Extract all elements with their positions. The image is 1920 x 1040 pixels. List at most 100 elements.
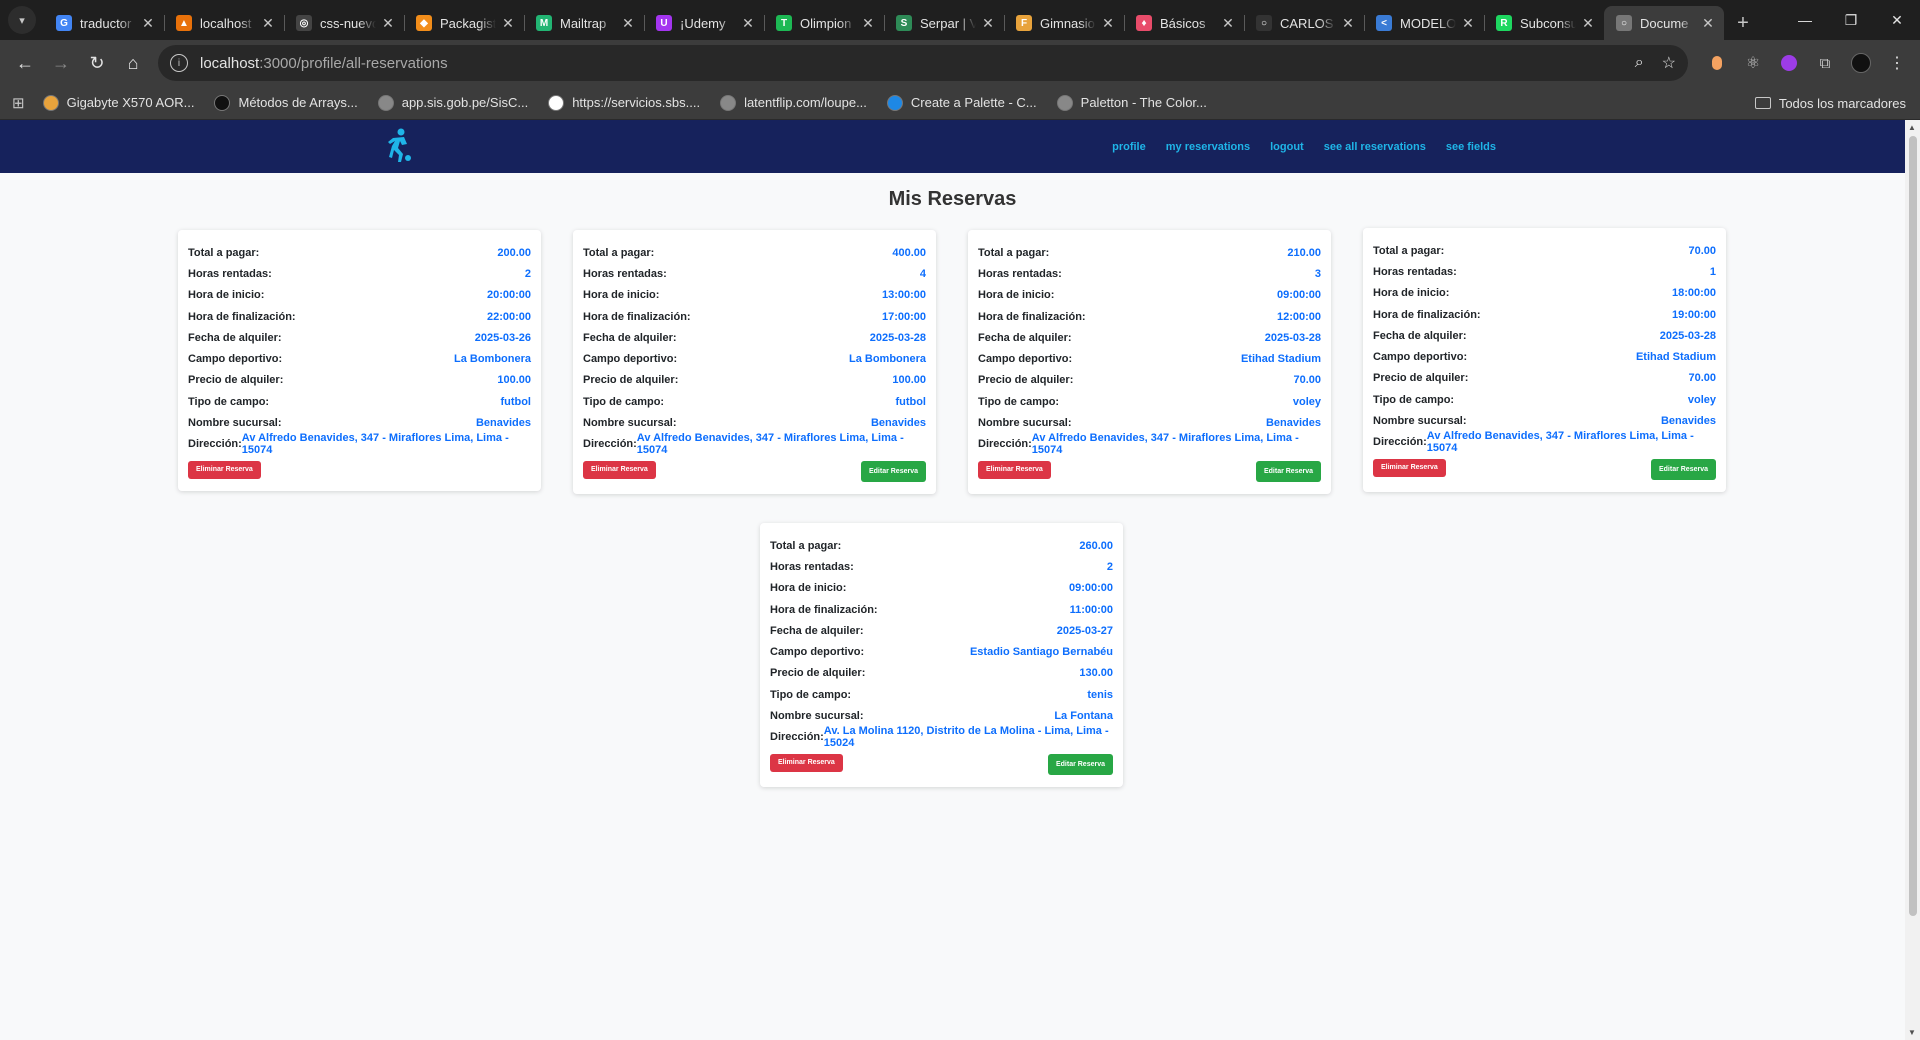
browser-tab[interactable]: T Olimpion ✕ bbox=[764, 6, 884, 40]
browser-tab[interactable]: F Gimnasio ✕ bbox=[1004, 6, 1124, 40]
tab-search-button[interactable]: ▾ bbox=[8, 6, 36, 34]
tab-close-icon[interactable]: ✕ bbox=[260, 15, 276, 32]
bookmark-item[interactable]: Métodos de Arrays... bbox=[214, 94, 358, 111]
tab-close-icon[interactable]: ✕ bbox=[140, 15, 156, 32]
browser-tab[interactable]: ○ CARLOS ✕ bbox=[1244, 6, 1364, 40]
soccer-player-logo-icon[interactable] bbox=[384, 128, 412, 164]
home-icon[interactable]: ⌂ bbox=[116, 46, 150, 80]
tab-close-icon[interactable]: ✕ bbox=[980, 15, 996, 32]
reservation-row-total: Total a pagar: 210.00 bbox=[978, 242, 1321, 263]
tab-close-icon[interactable]: ✕ bbox=[740, 15, 756, 32]
delete-reservation-button[interactable]: Eliminar Reserva bbox=[978, 460, 1051, 479]
browser-tab[interactable]: S Serpar | V ✕ bbox=[884, 6, 1004, 40]
zoom-icon[interactable]: ⌕ bbox=[1635, 54, 1644, 72]
nav-link-logout[interactable]: logout bbox=[1270, 141, 1304, 153]
reload-icon[interactable]: ↻ bbox=[80, 46, 114, 80]
url-text[interactable]: localhost:3000/profile/all-reservations bbox=[200, 55, 1617, 72]
tab-close-icon[interactable]: ✕ bbox=[1580, 15, 1596, 32]
nav-link-all-reservations[interactable]: see all reservations bbox=[1324, 141, 1426, 153]
browser-tab[interactable]: ○ Docume ✕ bbox=[1604, 6, 1724, 40]
minimize-icon[interactable]: — bbox=[1782, 0, 1828, 40]
reservation-card: Total a pagar: 200.00 Horas rentadas: 2 Hora… bbox=[178, 230, 541, 491]
extension-purple-icon[interactable] bbox=[1774, 48, 1804, 78]
browser-tab[interactable]: U ¡Udemy ✕ bbox=[644, 6, 764, 40]
browser-tab[interactable]: Gtraductor ✕ bbox=[44, 6, 164, 40]
address-value: Av Alfredo Benavides, 347 - Miraflores L… bbox=[241, 432, 509, 457]
close-window-icon[interactable]: ✕ bbox=[1874, 0, 1920, 40]
price-value: 100.00 bbox=[892, 374, 926, 387]
branch-value: La Fontana bbox=[1054, 710, 1113, 723]
branch-label: Nombre sucursal: bbox=[1373, 415, 1467, 428]
field-label: Campo deportivo: bbox=[1373, 351, 1468, 364]
browser-tab[interactable]: ◆ Packagist ✕ bbox=[404, 6, 524, 40]
tab-close-icon[interactable]: ✕ bbox=[1460, 15, 1476, 32]
all-bookmarks[interactable]: Todos los marcadores bbox=[1754, 86, 1906, 120]
reservation-row-start: Hora de inicio: 18:00:00 bbox=[1373, 283, 1716, 304]
type-value: futbol bbox=[895, 395, 926, 408]
edit-reservation-button[interactable]: Editar Reserva bbox=[1047, 753, 1113, 775]
tab-close-icon[interactable]: ✕ bbox=[1340, 15, 1356, 32]
browser-tab[interactable]: ◎ css-nuevo ✕ bbox=[284, 6, 404, 40]
browser-tab[interactable]: M Mailtrap ✕ bbox=[524, 6, 644, 40]
bookmark-item[interactable]: https://servicios.sbs.... bbox=[548, 94, 700, 111]
bookmark-label: app.sis.gob.pe/SisC... bbox=[401, 95, 529, 110]
browser-tab[interactable]: R Subconsu ✕ bbox=[1484, 6, 1604, 40]
delete-reservation-button[interactable]: Eliminar Reserva bbox=[583, 460, 656, 479]
address-bar[interactable]: i localhost:3000/profile/all-reservation… bbox=[158, 45, 1688, 81]
scrollbar-thumb[interactable] bbox=[1909, 136, 1917, 916]
bookmark-item[interactable]: Create a Palette - C... bbox=[886, 94, 1037, 111]
branch-value: Benavides bbox=[870, 417, 926, 430]
tab-close-icon[interactable]: ✕ bbox=[620, 15, 636, 32]
date-label: Fecha de alquiler: bbox=[978, 331, 1072, 344]
tab-close-icon[interactable]: ✕ bbox=[1700, 15, 1716, 32]
scroll-down-icon[interactable]: ▼ bbox=[1908, 1028, 1916, 1037]
total-value: 70.00 bbox=[1688, 244, 1716, 257]
total-value: 400.00 bbox=[892, 246, 926, 259]
edit-reservation-button[interactable]: Editar Reserva bbox=[1650, 458, 1716, 480]
delete-reservation-button[interactable]: Eliminar Reserva bbox=[188, 460, 261, 479]
back-icon[interactable]: ← bbox=[8, 46, 42, 80]
profile-avatar[interactable] bbox=[1846, 48, 1876, 78]
price-label: Precio de alquiler: bbox=[583, 374, 679, 387]
react-devtools-icon[interactable]: ⚛ bbox=[1738, 48, 1768, 78]
scroll-up-icon[interactable]: ▲ bbox=[1908, 123, 1916, 132]
tab-close-icon[interactable]: ✕ bbox=[1100, 15, 1116, 32]
tab-close-icon[interactable]: ✕ bbox=[1220, 15, 1236, 32]
browser-tab[interactable]: ▲ localhost ✕ bbox=[164, 6, 284, 40]
bookmark-item[interactable]: Gigabyte X570 AOR... bbox=[42, 94, 194, 111]
address-label: Dirección: bbox=[583, 438, 637, 451]
reservation-row-hours: Horas rentadas: 2 bbox=[770, 556, 1113, 577]
edit-reservation-button[interactable]: Editar Reserva bbox=[1255, 460, 1321, 482]
tab-favicon-icon: ♦ bbox=[1136, 15, 1152, 31]
total-value: 260.00 bbox=[1079, 539, 1113, 552]
bookmark-star-icon[interactable]: ☆ bbox=[1662, 53, 1676, 73]
site-info-icon[interactable]: i bbox=[170, 54, 188, 72]
tab-title: css-nuevo bbox=[320, 15, 376, 31]
bookmark-item[interactable]: Paletton - The Color... bbox=[1056, 94, 1207, 111]
reservation-row-field: Campo deportivo: Estadio Santiago Bernabé… bbox=[770, 641, 1113, 662]
edit-reservation-button[interactable]: Editar Reserva bbox=[860, 460, 926, 482]
browser-tab[interactable]: < MODELO ✕ bbox=[1364, 6, 1484, 40]
forward-icon[interactable]: → bbox=[44, 46, 78, 80]
price-value: 130.00 bbox=[1079, 667, 1113, 680]
extensions-puzzle-icon[interactable]: ⧉ bbox=[1810, 48, 1840, 78]
price-value: 70.00 bbox=[1688, 372, 1716, 385]
delete-reservation-button[interactable]: Eliminar Reserva bbox=[770, 753, 843, 772]
tab-favicon-icon: ○ bbox=[1616, 15, 1632, 31]
bookmark-item[interactable]: app.sis.gob.pe/SisC... bbox=[377, 94, 529, 111]
tab-close-icon[interactable]: ✕ bbox=[380, 15, 396, 32]
nav-link-profile[interactable]: profile bbox=[1112, 141, 1146, 153]
bookmark-item[interactable]: latentflip.com/loupe... bbox=[720, 94, 867, 111]
new-tab-button[interactable]: + bbox=[1728, 6, 1758, 40]
browser-tab[interactable]: ♦ Básicos ✕ bbox=[1124, 6, 1244, 40]
tab-close-icon[interactable]: ✕ bbox=[860, 15, 876, 32]
restore-icon[interactable]: ❐ bbox=[1828, 0, 1874, 40]
nav-link-my-reservations[interactable]: my reservations bbox=[1166, 141, 1250, 153]
page-scrollbar[interactable]: ▲ ▼ bbox=[1905, 120, 1920, 1040]
menu-kebab-icon[interactable]: ⋮ bbox=[1882, 48, 1912, 78]
delete-reservation-button[interactable]: Eliminar Reserva bbox=[1373, 458, 1446, 477]
tab-close-icon[interactable]: ✕ bbox=[500, 15, 516, 32]
extension-icon[interactable] bbox=[1702, 48, 1732, 78]
nav-link-fields[interactable]: see fields bbox=[1446, 141, 1496, 153]
apps-grid-icon[interactable]: ⊞ bbox=[12, 94, 25, 112]
